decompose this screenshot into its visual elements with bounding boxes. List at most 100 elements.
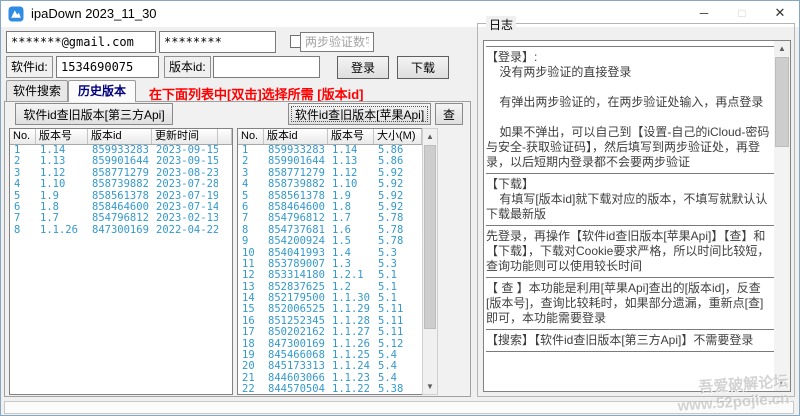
tab-software-search[interactable]: 软件搜索 xyxy=(6,80,68,101)
cell: 1.5 xyxy=(332,236,351,248)
table-row[interactable]: 4 1.10 858739882 2023-07-28 xyxy=(10,179,232,190)
cell: 844570504 xyxy=(268,384,325,395)
table-row[interactable]: 9 854200924 1.5 5.78 xyxy=(238,236,422,247)
column-header[interactable]: No. xyxy=(10,129,36,144)
table-row[interactable]: 18 847300169 1.1.26 5.12 xyxy=(238,339,422,350)
cell: 5.11 xyxy=(378,315,404,327)
cell: 3 xyxy=(14,167,21,179)
left-table-header: No. 版本号 版本id 更新时间 xyxy=(10,129,232,145)
table-row[interactable]: 6 858464600 1.8 5.92 xyxy=(238,202,422,213)
cell: 847300169 xyxy=(268,338,325,350)
table-row[interactable]: 8 1.1.26 847300169 2022-04-22 xyxy=(10,225,232,236)
cell: 5.86 xyxy=(378,156,404,168)
apple-api-button[interactable]: 软件id查旧版本[苹果Api] xyxy=(288,103,431,125)
table-row[interactable]: 5 1.9 858561378 2023-07-19 xyxy=(10,191,232,202)
scroll-thumb[interactable] xyxy=(424,145,436,329)
third-party-api-button[interactable]: 软件id查旧版本[第三方Api] xyxy=(15,103,173,125)
log-line: 先登录，再操作【软件id查旧版本[苹果Api]】【查】和【下载】，下载对Cook… xyxy=(486,229,770,273)
login-button[interactable]: 登录 xyxy=(337,56,389,79)
table-row[interactable]: 15 852006525 1.1.29 5.11 xyxy=(238,304,422,315)
cell: 22 xyxy=(242,384,255,395)
log-line: 【搜索】【软件id查旧版本[第三方Api]】不需要登录 xyxy=(486,333,754,347)
cell: 1.2 xyxy=(332,281,351,293)
app-icon xyxy=(8,6,24,22)
cell: 1.1.25 xyxy=(332,350,370,362)
cell: 5 xyxy=(242,190,249,202)
table-row[interactable]: 12 853314180 1.2.1 5.1 xyxy=(238,270,422,281)
table-row[interactable]: 21 844603066 1.1.23 5.4 xyxy=(238,373,422,384)
cell: 1.1.30 xyxy=(332,293,370,305)
log-scroll-down-icon[interactable]: ▼ xyxy=(774,376,790,391)
twofa-code-field[interactable] xyxy=(300,32,374,52)
cell: 853314180 xyxy=(268,270,325,282)
cell: 858464600 xyxy=(92,201,149,213)
email-field[interactable] xyxy=(6,31,156,53)
column-header[interactable]: 版本id xyxy=(264,129,328,144)
table-row[interactable]: 20 845173313 1.1.24 5.4 xyxy=(238,361,422,372)
table-row[interactable]: 17 850202162 1.1.27 5.11 xyxy=(238,327,422,338)
log-scroll-thumb[interactable] xyxy=(775,57,789,147)
version-id-input[interactable] xyxy=(213,56,320,78)
cell xyxy=(218,156,232,167)
table-row[interactable]: 11 853789007 1.3 5.3 xyxy=(238,259,422,270)
cell xyxy=(218,225,232,236)
table-row[interactable]: 22 844570504 1.1.22 5.38 xyxy=(238,384,422,395)
cell: 2023-07-28 xyxy=(156,179,218,191)
cell: 4 xyxy=(14,179,21,191)
cell: 13 xyxy=(242,281,255,293)
password-field[interactable] xyxy=(159,31,276,53)
cell: 5.92 xyxy=(378,179,404,191)
table-row[interactable]: 1 1.14 859933283 2023-09-15 xyxy=(10,145,232,156)
cell: 5.86 xyxy=(378,145,404,156)
cell xyxy=(218,191,232,202)
log-separator xyxy=(486,351,774,352)
scroll-down-icon[interactable]: ▼ xyxy=(423,379,437,394)
cell: 21 xyxy=(242,372,255,384)
table-row[interactable]: 3 1.12 858771279 2023-08-23 xyxy=(10,168,232,179)
log-line: 没有两步验证的直接登录 xyxy=(486,65,632,79)
download-button[interactable]: 下载 xyxy=(397,56,449,79)
table-row[interactable]: 2 859901644 1.13 5.86 xyxy=(238,156,422,167)
cell: 1.1.27 xyxy=(332,327,370,339)
log-groupbox: 日志 【登录】: 没有两步验证的直接登录 有弹出两步验证的，在两步验证处输入，再… xyxy=(477,16,795,397)
column-header[interactable]: 更新时间 xyxy=(152,129,218,144)
cell: 1.10 xyxy=(40,179,66,191)
scroll-up-icon[interactable]: ▲ xyxy=(423,129,437,144)
column-header[interactable]: 版本id xyxy=(88,129,152,144)
cell: 2023-09-15 xyxy=(156,145,218,156)
app-id-input[interactable] xyxy=(56,56,159,78)
table-row[interactable]: 10 854041993 1.4 5.3 xyxy=(238,248,422,259)
column-header[interactable]: 版本号 xyxy=(36,129,88,144)
tab-history-versions[interactable]: 历史版本 xyxy=(68,80,136,102)
table-row[interactable]: 4 858739882 1.10 5.92 xyxy=(238,179,422,190)
log-textarea[interactable]: 【登录】: 没有两步验证的直接登录 有弹出两步验证的，在两步验证处输入，再点登录… xyxy=(483,40,791,392)
table-row[interactable]: 7 1.7 854796812 2023-02-13 xyxy=(10,213,232,224)
table-row[interactable]: 16 851252345 1.1.28 5.11 xyxy=(238,316,422,327)
cell: 859933283 xyxy=(92,145,149,156)
table-row[interactable]: 14 852179500 1.1.30 5.1 xyxy=(238,293,422,304)
table-row[interactable]: 5 858561378 1.9 5.92 xyxy=(238,191,422,202)
log-scroll-up-icon[interactable]: ▲ xyxy=(774,41,790,56)
column-header[interactable] xyxy=(218,129,232,144)
table-row[interactable]: 3 858771279 1.12 5.92 xyxy=(238,168,422,179)
cell: 1.9 xyxy=(40,190,59,202)
cell: 1.1.28 xyxy=(332,315,370,327)
table-row[interactable]: 6 1.8 858464600 2023-07-14 xyxy=(10,202,232,213)
table-row[interactable]: 1 859933283 1.14 5.86 xyxy=(238,145,422,156)
check-button[interactable]: 查 xyxy=(435,103,463,125)
right-table-scrollbar[interactable]: ▲ ▼ xyxy=(422,128,438,395)
table-row[interactable]: 7 854796812 1.7 5.78 xyxy=(238,213,422,224)
cell: 9 xyxy=(242,236,249,248)
cell: 854796812 xyxy=(268,213,325,225)
table-row[interactable]: 2 1.13 859901644 2023-09-15 xyxy=(10,156,232,167)
column-header[interactable]: No. xyxy=(238,129,264,144)
log-scrollbar[interactable]: ▲ ▼ xyxy=(774,41,790,391)
cell: 859901644 xyxy=(268,156,325,168)
left-version-table: No. 版本号 版本id 更新时间 1 1.14 859933283 2023-09-15 2… xyxy=(9,128,233,395)
log-line: 有弹出两步验证的，在两步验证处输入，再点登录 xyxy=(486,95,764,109)
column-header[interactable]: 版本号 xyxy=(328,129,374,144)
column-header[interactable]: 大小(M) xyxy=(374,129,422,144)
table-row[interactable]: 19 845466068 1.1.25 5.4 xyxy=(238,350,422,361)
table-row[interactable]: 8 854737681 1.6 5.78 xyxy=(238,225,422,236)
table-row[interactable]: 13 852837625 1.2 5.1 xyxy=(238,282,422,293)
